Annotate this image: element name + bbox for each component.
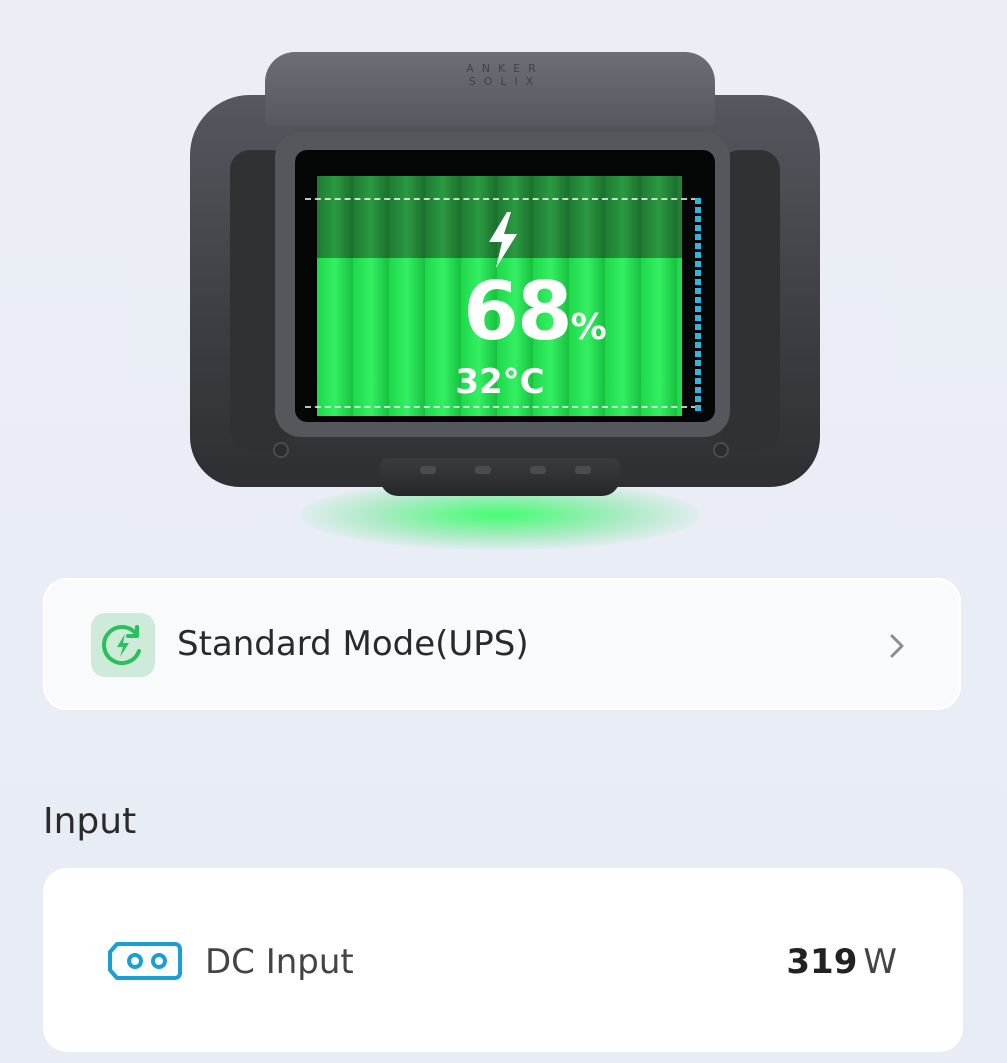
- dc-input-value: 319 W: [786, 942, 897, 982]
- device-logo: ANKER SOLIX: [466, 62, 544, 88]
- dc-input-label: DC Input: [205, 942, 354, 982]
- chevron-right-icon: [890, 634, 904, 658]
- input-section-title: Input: [43, 801, 137, 842]
- mode-label: Standard Mode(UPS): [177, 624, 529, 664]
- mode-selector[interactable]: Standard Mode(UPS): [43, 578, 961, 710]
- screw: [273, 442, 289, 458]
- charge-mode-icon: [102, 625, 141, 665]
- screw: [713, 442, 729, 458]
- device-foot: [380, 458, 620, 496]
- input-card: DC Input 319 W: [43, 868, 963, 1052]
- battery-screen: 68% 32°C: [295, 150, 715, 422]
- level-indicator-bar: [695, 198, 701, 413]
- level-guide-bottom: [305, 406, 697, 408]
- dc-port-icon: [108, 942, 182, 980]
- power-station-illustration: ANKER SOLIX 68% 32°C: [180, 40, 830, 550]
- battery-percentage: 68%: [463, 265, 607, 358]
- charging-bolt-icon: [489, 212, 517, 268]
- level-guide-top: [305, 198, 697, 200]
- battery-temperature: 32°C: [455, 362, 545, 402]
- mode-icon-box: [91, 613, 155, 677]
